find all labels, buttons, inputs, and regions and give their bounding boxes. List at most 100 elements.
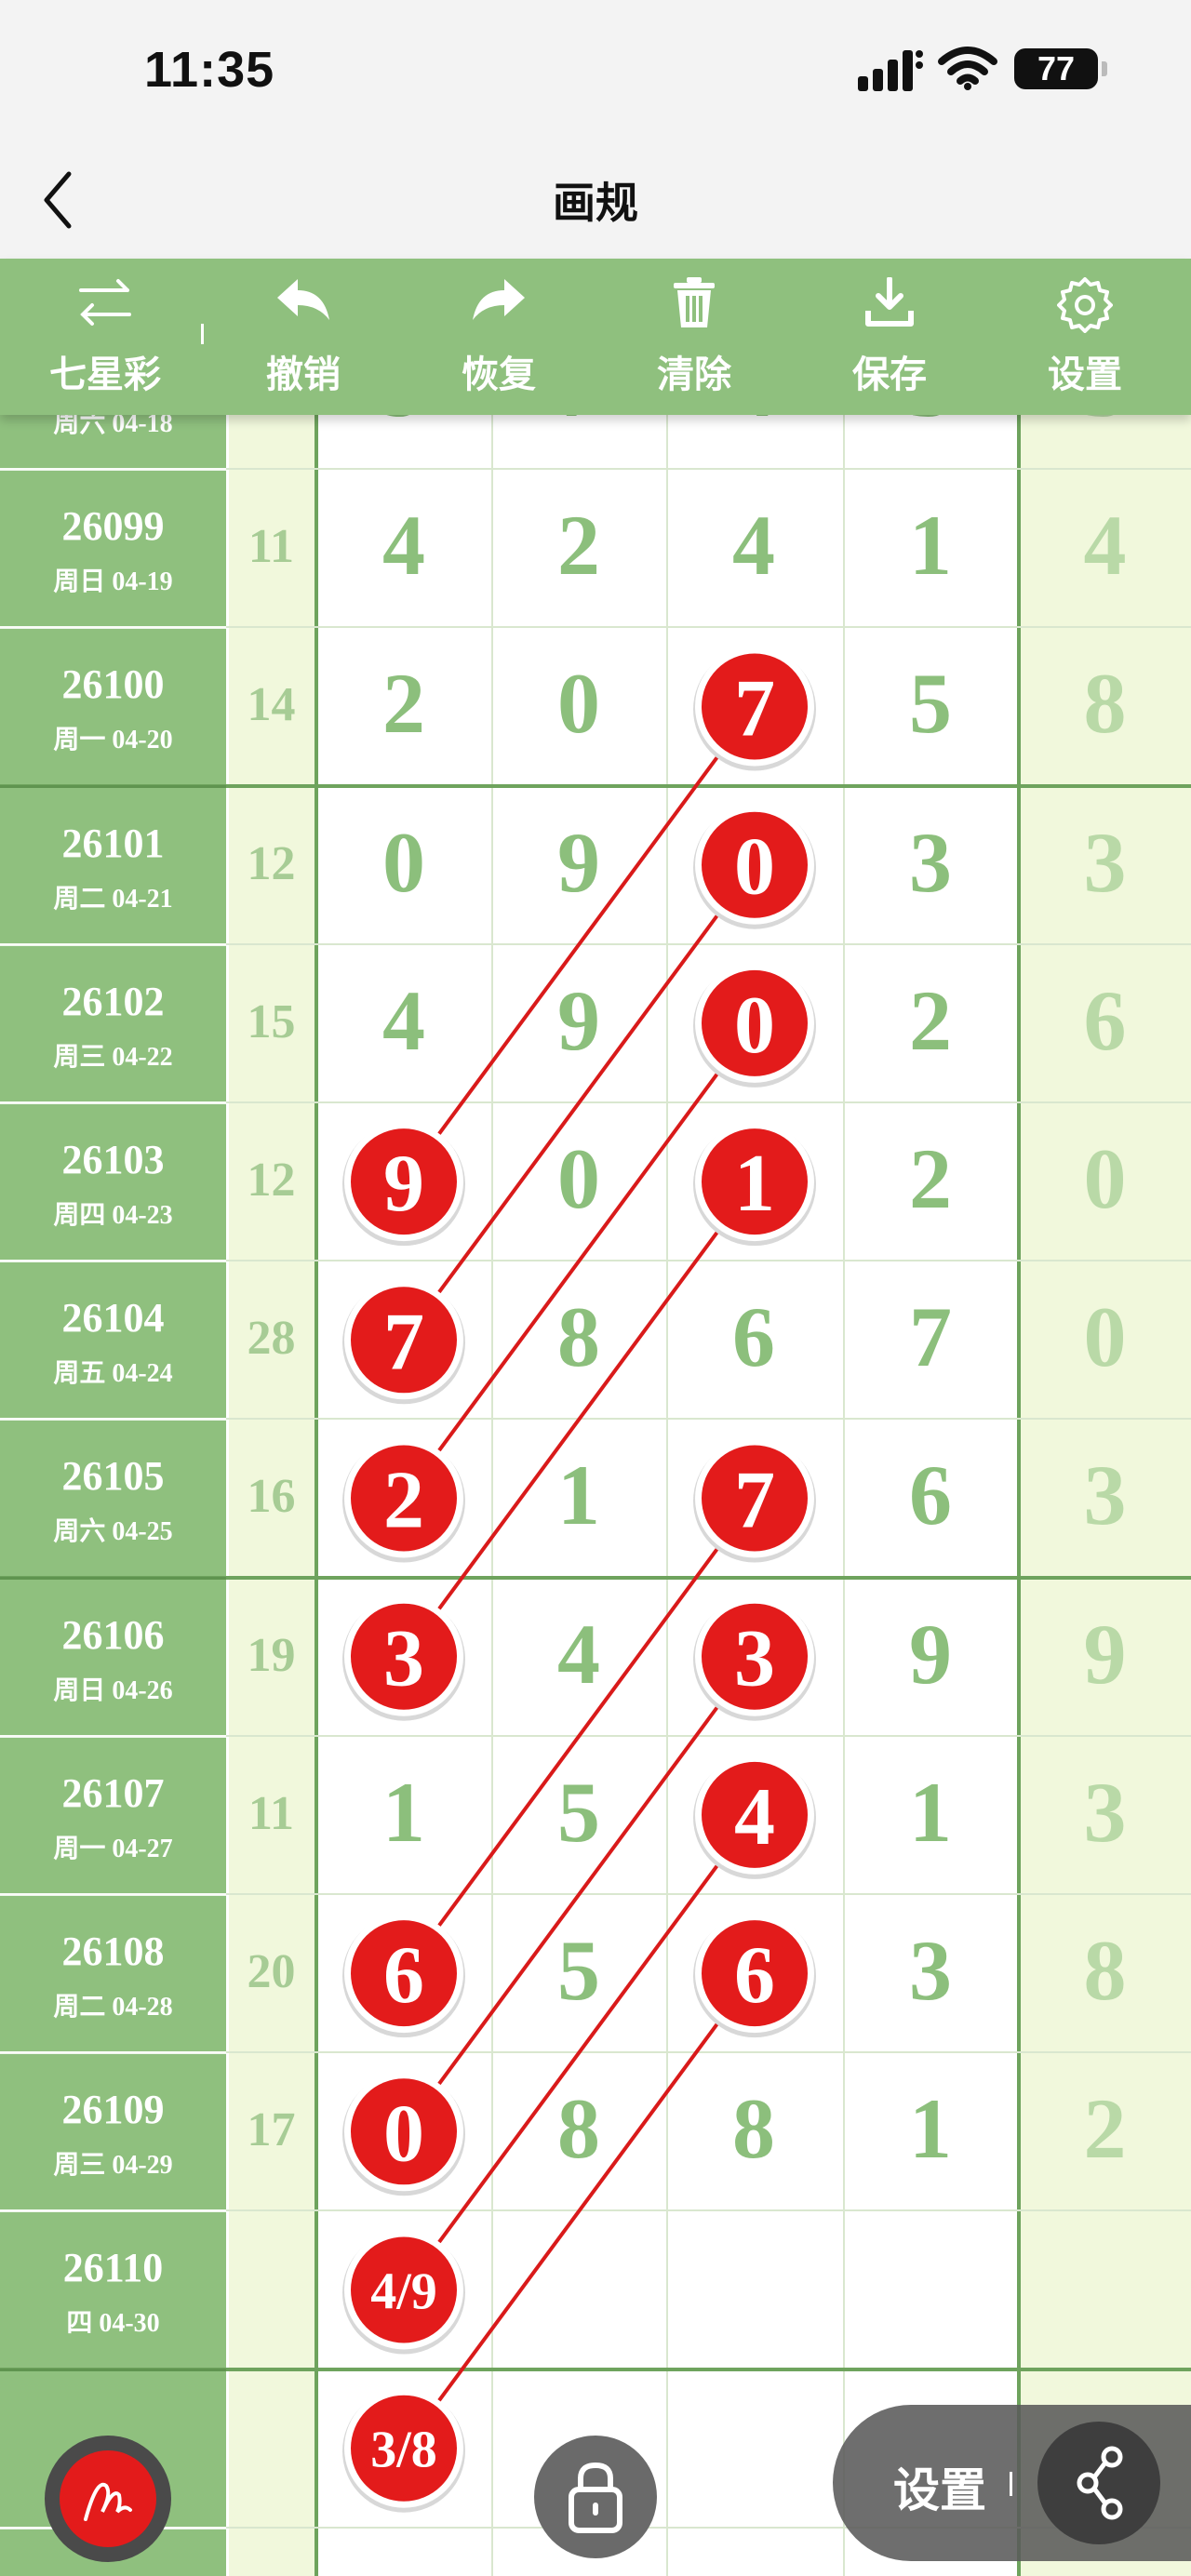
draw-row[interactable]: 26109周三 04-291708812 [0,2052,1191,2210]
draw-row[interactable]: 26103周四 04-231290120 [0,1102,1191,1261]
digit-cell: 5 [909,656,952,751]
draw-row[interactable]: 26105周六 04-251621763 [0,1419,1191,1577]
issue-number: 26110 [62,2245,164,2290]
status-bar: 11:35 77 [0,0,1191,140]
sum-value: 19 [247,1629,296,1682]
sum-value: 17 [247,2103,296,2156]
share-icon [1077,2446,1123,2520]
digit-cell: 9 [1083,1607,1127,1702]
undo-button[interactable]: 撤销 [229,259,378,415]
save-button[interactable]: 保存 [815,259,964,415]
pen-tool-button[interactable] [45,2436,171,2562]
digit-cell: 3 [1083,1448,1127,1542]
draw-row[interactable]: 26104周五 04-242878670 [0,1261,1191,1419]
digit-cell: 2 [909,973,952,1068]
share-button[interactable] [1037,2422,1160,2544]
trash-icon [674,277,715,327]
sum-value: 12 [247,1154,296,1207]
save-label: 保存 [852,354,927,395]
lock-button[interactable] [534,2436,657,2558]
digit-cell: 9 [316,415,491,430]
settings-button[interactable]: 设置 [1010,259,1159,415]
toolbar-divider [201,324,204,344]
issue-date: 周六 04-25 [53,1517,173,1546]
digit-cell: 1 [909,2081,952,2176]
settings-label: 设置 [1048,354,1122,395]
redo-icon [473,279,525,320]
digit-cell: 0 [1083,1289,1127,1384]
status-time: 11:35 [144,42,275,98]
swap-arrows-icon [79,279,131,326]
issue-date: 周二 04-21 [53,885,173,914]
title-bar: 画规 [0,140,1191,259]
draw-row[interactable]: 26098周六 04-182397435 [0,415,1191,469]
gear-icon [1057,277,1113,333]
issue-number: 26099 [61,503,165,549]
download-icon [865,277,914,327]
issue-number: 26101 [61,821,165,866]
issue-date: 周日 04-26 [53,1676,173,1705]
redo-label: 恢复 [462,354,536,395]
redo-button[interactable]: 恢复 [424,259,573,415]
issue-date: 周六 04-18 [53,415,173,438]
draw-row[interactable]: 26110四 04-304/9 [0,2210,1191,2369]
digit-cell: 3 [1083,1765,1127,1860]
floating-settings-panel[interactable]: 设置 [833,2405,1191,2561]
issue-number: 26105 [61,1453,165,1499]
sum-value: 12 [247,837,296,890]
digit-cell: 7 [909,1289,952,1384]
digit-cell: 1 [557,1448,600,1542]
digit-cell: 1 [382,1765,425,1860]
undo-label: 撤销 [266,354,341,395]
drawing-toolbar: 七星彩 撤销 恢复 清除 保存 设置 [0,259,1191,415]
draw-row[interactable]: 26101周二 04-211209033 [0,786,1191,944]
issue-date: 周三 04-29 [53,2151,173,2180]
issue-number: 26107 [61,1770,165,1816]
chart-grid[interactable]: 26098周六 04-18239743526099周日 04-191142414… [0,415,1191,2576]
issue-date: 周五 04-24 [53,1359,173,1388]
digit-cell: 4 [732,498,775,593]
digit-cell: 5 [1019,415,1191,430]
page-title: 画规 [553,179,638,227]
issue-date: 四 04-30 [66,2309,160,2338]
sum-value: 20 [247,1945,296,1998]
sum-value: 16 [247,1470,296,1523]
digit-cell: 0 [382,815,425,910]
digit-cell: 2 [382,656,425,751]
issue-date: 周一 04-27 [53,1835,173,1863]
draw-row[interactable]: 26107周一 04-271115413 [0,1736,1191,1894]
digit-cell: 1 [909,498,952,593]
lock-icon [569,2462,622,2533]
digit-cell: 9 [909,1607,952,1702]
clear-button[interactable]: 清除 [620,259,769,415]
floating-settings-label: 设置 [893,2464,986,2516]
digit-cell: 9 [557,973,600,1068]
digit-cell: 2 [1083,2081,1127,2176]
issue-date: 周二 04-28 [53,1993,173,2022]
digit-cell: 2 [557,498,600,593]
lottery-switch-button[interactable]: 七星彩 [31,259,180,415]
clear-label: 清除 [657,354,731,395]
issue-number: 26103 [61,1137,165,1182]
digit-cell: 3 [909,815,952,910]
cellular-signal-icon [858,50,923,91]
issue-number: 26108 [61,1929,165,1974]
battery-indicator: 77 [1014,48,1107,89]
digit-cell: 4 [1083,498,1127,593]
digit-cell: 5 [557,1923,600,2018]
digit-cell: 5 [557,1765,600,1860]
digit-cell: 4 [557,1607,600,1702]
issue-number: 26104 [61,1295,165,1341]
issue-date: 周日 04-19 [53,567,173,596]
digit-cell: 0 [557,1131,600,1226]
sum-value: 14 [247,678,296,731]
draw-row[interactable]: 26102周三 04-221549026 [0,944,1191,1102]
draw-row[interactable]: 26100周一 04-201420758 [0,627,1191,785]
issue-number: 26100 [61,661,165,707]
draw-row[interactable]: 26106周日 04-261934399 [0,1578,1191,1736]
draw-row[interactable]: 26099 周日 04-19 11 4 2 4 1 4 [0,469,1191,627]
draw-row[interactable]: 26108周二 04-282065638 [0,1894,1191,2052]
lottery-label: 七星彩 [49,354,161,395]
sum-value: 28 [247,1312,296,1365]
digit-cell: 2 [909,1131,952,1226]
